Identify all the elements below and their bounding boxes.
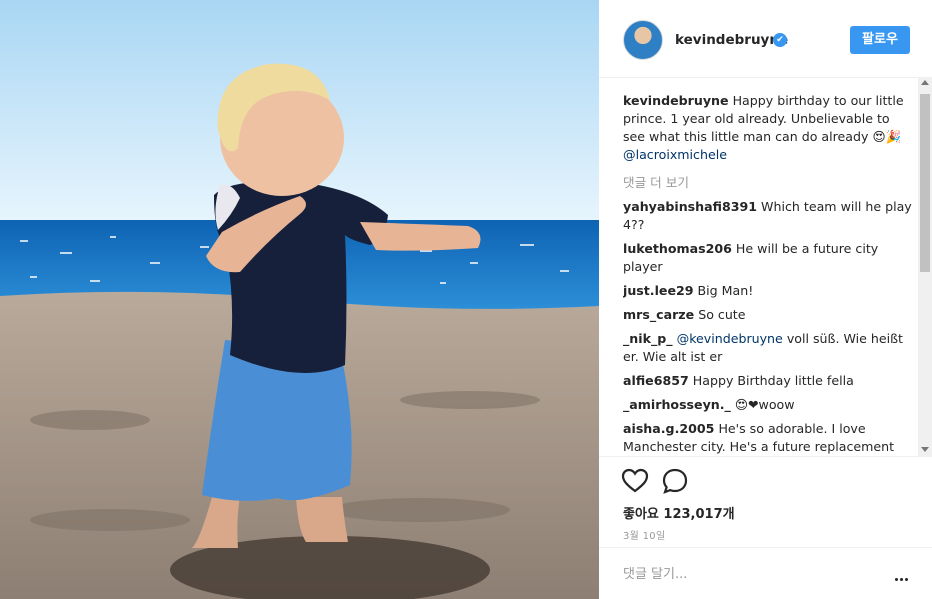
heart-icon[interactable] xyxy=(621,467,649,495)
list-item: _nik_p_ @kevindebruyne voll süß. Wie hei… xyxy=(623,330,913,366)
comment-username[interactable]: just.lee29 xyxy=(623,283,694,298)
comment-username[interactable]: _amirhosseyn._ xyxy=(623,397,731,412)
post-photo[interactable] xyxy=(0,0,599,599)
comment-username[interactable]: lukethomas206 xyxy=(623,241,732,256)
caption-mention[interactable]: @lacroixmichele xyxy=(623,147,727,162)
post-actions: 좋아요 123,017개 3월 10일 xyxy=(599,456,932,599)
comment-username[interactable]: aisha.g.2005 xyxy=(623,421,714,436)
follow-button[interactable]: 팔로우 xyxy=(850,26,910,54)
comment-input[interactable] xyxy=(623,562,873,586)
more-options-icon[interactable] xyxy=(895,566,911,581)
comment-text: Big Man! xyxy=(697,283,754,298)
load-more-comments[interactable]: 댓글 더 보기 xyxy=(623,174,913,192)
comment-username[interactable]: alfie6857 xyxy=(623,373,689,388)
comments-list[interactable]: kevindebruyne Happy birthday to our litt… xyxy=(623,84,913,456)
caption-username[interactable]: kevindebruyne xyxy=(623,93,729,108)
comment-text: So cute xyxy=(698,307,746,322)
post-side-panel: kevindebruyne ✔ 팔로우 kevindebruyne Happy … xyxy=(599,0,932,599)
scroll-thumb[interactable] xyxy=(920,94,930,272)
scroll-down-icon[interactable] xyxy=(921,447,929,452)
list-item: lukethomas206 He will be a future city p… xyxy=(623,240,913,276)
list-item: aisha.g.2005 He's so adorable. I love Ma… xyxy=(623,420,913,456)
comment-mention[interactable]: @kevindebruyne xyxy=(677,331,783,346)
list-item: just.lee29 Big Man! xyxy=(623,282,913,300)
comment-username[interactable]: _nik_p_ xyxy=(623,331,673,346)
avatar[interactable] xyxy=(623,20,663,60)
add-comment-section xyxy=(599,547,932,599)
header-username[interactable]: kevindebruyne xyxy=(675,32,788,48)
list-item: yahyabinshafi8391 Which team will he pla… xyxy=(623,198,913,234)
likes-count[interactable]: 좋아요 123,017개 xyxy=(623,503,735,522)
list-item: alfie6857 Happy Birthday little fella xyxy=(623,372,913,390)
comment-bubble-icon[interactable] xyxy=(661,467,689,495)
comment-text: Happy Birthday little fella xyxy=(692,373,854,388)
comment-username[interactable]: mrs_carze xyxy=(623,307,694,322)
verified-icon: ✔ xyxy=(773,33,787,47)
comments-scrollbar[interactable] xyxy=(918,78,932,456)
caption: kevindebruyne Happy birthday to our litt… xyxy=(623,92,913,164)
list-item: _amirhosseyn._ 😍❤woow xyxy=(623,396,913,414)
comment-text: 😍❤woow xyxy=(734,397,795,412)
post-header: kevindebruyne ✔ 팔로우 xyxy=(599,0,932,78)
beach-toddler-photo xyxy=(0,0,599,599)
comment-username[interactable]: yahyabinshafi8391 xyxy=(623,199,757,214)
scroll-up-icon[interactable] xyxy=(921,80,929,85)
list-item: mrs_carze So cute xyxy=(623,306,913,324)
post-date[interactable]: 3월 10일 xyxy=(623,527,665,542)
